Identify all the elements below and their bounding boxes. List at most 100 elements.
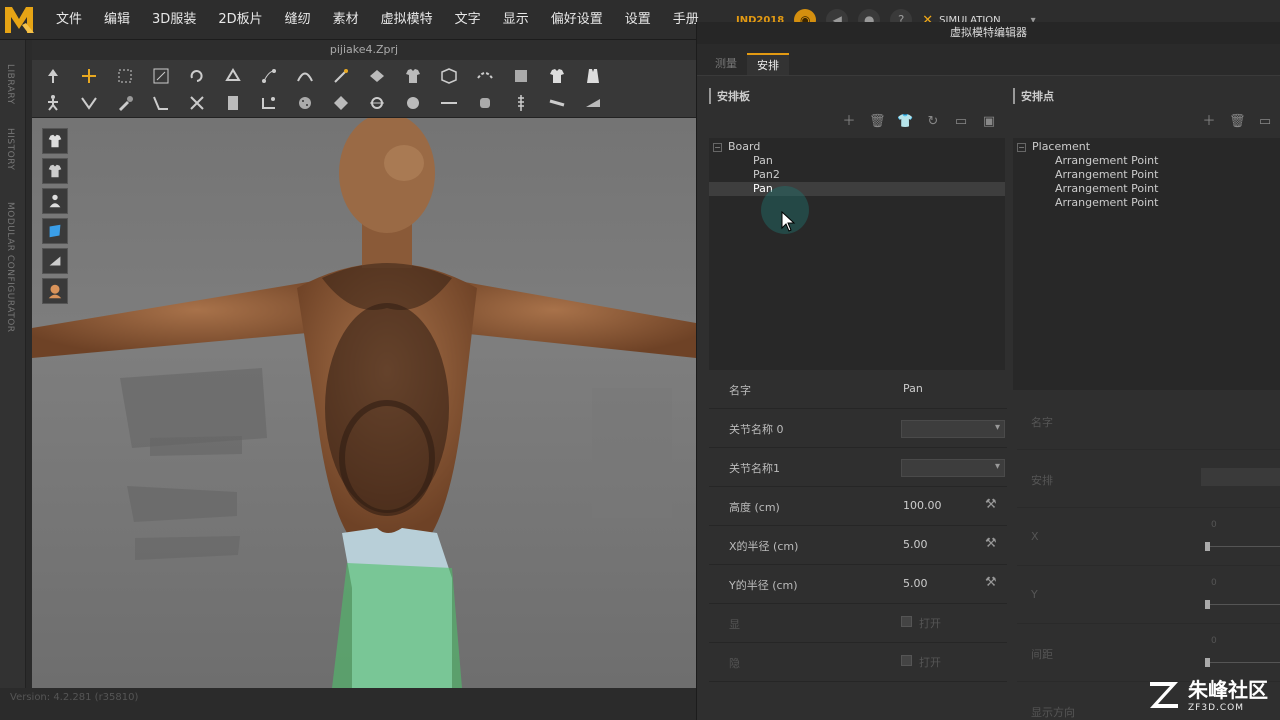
segment-icon[interactable] xyxy=(146,90,176,116)
prop-joint1-label: 关节名称1 xyxy=(729,462,780,475)
select-move-icon[interactable] xyxy=(38,63,68,89)
menu-2d-pattern[interactable]: 2D板片 xyxy=(207,0,273,40)
3d-viewport[interactable] xyxy=(32,118,696,688)
tack-icon[interactable] xyxy=(506,63,536,89)
avatar-skin-icon[interactable] xyxy=(42,278,68,304)
collapse-icon[interactable]: − xyxy=(713,142,722,152)
zipper-icon[interactable] xyxy=(470,90,500,116)
height-value[interactable]: 100.00 xyxy=(903,499,942,512)
rotate-icon[interactable] xyxy=(182,63,212,89)
prop-hide: 隐 打开 xyxy=(709,643,1007,682)
garment-view-icon[interactable] xyxy=(42,128,68,154)
prop-joint0-label: 关节名称 0 xyxy=(729,423,784,436)
tree-item-arrangement-point[interactable]: Arrangement Point xyxy=(1013,168,1280,182)
garment-display-icon[interactable] xyxy=(42,158,68,184)
menu-materials[interactable]: 素材 xyxy=(322,0,370,40)
x-slider[interactable] xyxy=(1205,542,1280,551)
menu-file[interactable]: 文件 xyxy=(45,0,93,40)
select-rect-icon[interactable] xyxy=(110,63,140,89)
menu-3d-garment[interactable]: 3D服装 xyxy=(141,0,207,40)
prop-name-value[interactable]: Pan xyxy=(903,382,923,395)
layer-icon[interactable] xyxy=(218,90,248,116)
transform-pattern-icon[interactable] xyxy=(74,63,104,89)
fold-icon[interactable] xyxy=(362,63,392,89)
viewport-title: pijiake4.Zprj xyxy=(32,40,696,60)
save-icon[interactable]: ▣ xyxy=(981,114,997,130)
tree-item-arrangement-point[interactable]: Arrangement Point xyxy=(1013,182,1280,196)
y-radius-value[interactable]: 5.00 xyxy=(903,577,928,590)
add-point-icon[interactable]: ＋ xyxy=(1201,114,1217,130)
shirt-icon[interactable]: 👕 xyxy=(897,114,913,130)
avatar-pose-icon[interactable] xyxy=(38,90,68,116)
folder-icon[interactable]: ▭ xyxy=(953,114,969,130)
hide-checkbox[interactable] xyxy=(901,655,912,666)
joint0-select[interactable] xyxy=(901,420,1005,438)
button-icon[interactable] xyxy=(398,90,428,116)
joint1-select[interactable] xyxy=(901,459,1005,477)
edit-point-icon[interactable] xyxy=(254,63,284,89)
menu-avatar[interactable]: 虚拟模特 xyxy=(370,0,444,40)
slider-knob[interactable] xyxy=(1205,542,1210,551)
avatar-view-icon[interactable] xyxy=(42,188,68,214)
tab-arrangement[interactable]: 安排 xyxy=(747,53,789,75)
tab-measure[interactable]: 测量 xyxy=(705,53,747,75)
slider-knob[interactable] xyxy=(1205,658,1210,667)
x-radius-value[interactable]: 5.00 xyxy=(903,538,928,551)
tree-item-pan-selected[interactable]: Pan xyxy=(709,182,1005,196)
wrench-icon[interactable]: ⚒ xyxy=(985,536,997,551)
menu-edit[interactable]: 编辑 xyxy=(93,0,141,40)
stitch-icon[interactable] xyxy=(254,90,284,116)
tree-root-placement[interactable]: − Placement xyxy=(1013,140,1280,154)
menu-sewing[interactable]: 缝纫 xyxy=(274,0,322,40)
edit-texture-icon[interactable] xyxy=(434,63,464,89)
line-tool-icon[interactable] xyxy=(434,90,464,116)
section-arrangement-point: 安排点 xyxy=(1013,88,1054,104)
pattern-view-icon[interactable] xyxy=(42,248,68,274)
tree-root-board[interactable]: − Board xyxy=(709,140,1005,154)
fabric-icon[interactable] xyxy=(578,90,608,116)
trace-icon[interactable] xyxy=(74,90,104,116)
shirt-icon[interactable] xyxy=(542,63,572,89)
tree-item-arrangement-point[interactable]: Arrangement Point xyxy=(1013,154,1280,168)
slider-knob[interactable] xyxy=(1205,600,1210,609)
menu-display[interactable]: 显示 xyxy=(492,0,540,40)
jacket-icon[interactable] xyxy=(578,63,608,89)
menu-preferences[interactable]: 偏好设置 xyxy=(540,0,614,40)
cut-icon[interactable] xyxy=(182,90,212,116)
side-tab-modular-configurator[interactable]: MODULAR CONFIGURATOR xyxy=(5,202,15,333)
arrange-select[interactable] xyxy=(1201,468,1280,486)
gap-slider[interactable] xyxy=(1205,658,1280,667)
scale-icon[interactable] xyxy=(146,63,176,89)
menu-text[interactable]: 文字 xyxy=(444,0,492,40)
wrench-icon[interactable]: ⚒ xyxy=(985,575,997,590)
rprop-name: 名字 xyxy=(1017,392,1280,450)
fold-arrange-icon[interactable] xyxy=(218,63,248,89)
delete-point-icon[interactable]: 🗑 xyxy=(1229,114,1246,130)
pin-icon[interactable] xyxy=(326,63,356,89)
texture-view-icon[interactable] xyxy=(42,218,68,244)
button-hole-icon[interactable] xyxy=(362,90,392,116)
brush-icon[interactable] xyxy=(110,90,140,116)
refresh-icon[interactable]: ↻ xyxy=(925,114,941,130)
tree-item-arrangement-point[interactable]: Arrangement Point xyxy=(1013,196,1280,210)
folder-point-icon[interactable]: ▭ xyxy=(1257,114,1273,130)
tree-item-pan2[interactable]: Pan2 xyxy=(709,168,1005,182)
wrench-icon[interactable]: ⚒ xyxy=(985,497,997,512)
add-icon[interactable]: ＋ xyxy=(841,114,857,130)
pattern-grid-icon[interactable] xyxy=(326,90,356,116)
edit-curve-icon[interactable] xyxy=(290,63,320,89)
side-tab-history[interactable]: HISTORY xyxy=(5,128,15,170)
tree-item-pan[interactable]: Pan xyxy=(709,154,1005,168)
collapse-placement-icon[interactable]: − xyxy=(1017,142,1026,152)
menu-settings[interactable]: 设置 xyxy=(614,0,662,40)
y-slider[interactable] xyxy=(1205,600,1280,609)
show-checkbox[interactable] xyxy=(901,616,912,627)
puckering-icon[interactable] xyxy=(506,90,536,116)
garment-icon[interactable] xyxy=(398,63,428,89)
avatar-editor-panel: 虚拟模特编辑器 测量 安排 安排板 安排点 ＋ 🗑 👕 ↻ ▭ ▣ ＋ 🗑 ▭ … xyxy=(696,22,1280,720)
delete-icon[interactable]: 🗑 xyxy=(869,114,886,130)
button-tool-icon[interactable] xyxy=(290,90,320,116)
side-tab-library[interactable]: LIBRARY xyxy=(5,64,15,105)
sewing-tool-icon[interactable] xyxy=(470,63,500,89)
tape-icon[interactable] xyxy=(542,90,572,116)
